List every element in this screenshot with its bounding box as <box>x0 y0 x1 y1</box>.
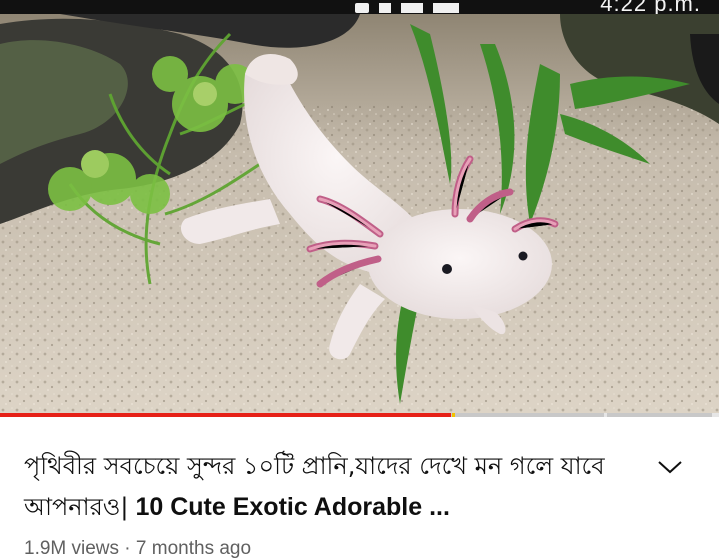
progress-chapter-gap <box>604 413 607 417</box>
video-player[interactable] <box>0 14 719 414</box>
notification-icon <box>355 3 369 13</box>
status-bar: 4:22 p.m. <box>0 0 719 14</box>
progress-played <box>0 413 451 417</box>
status-clock: 4:22 p.m. <box>600 0 701 14</box>
status-icons <box>355 0 459 13</box>
signal-icon <box>433 3 459 13</box>
chevron-down-icon <box>658 461 682 474</box>
video-title[interactable]: পৃথিবীর সবচেয়ে সুন্দর ১০টি প্রানি,যাদের… <box>24 446 624 528</box>
video-meta: 1.9M views · 7 months ago <box>24 538 251 560</box>
battery-icon <box>401 3 423 13</box>
video-thumbnail <box>0 14 719 414</box>
video-title-english: 10 Cute Exotic Adorable ... <box>128 493 450 521</box>
video-progress-bar[interactable] <box>0 413 719 417</box>
wifi-icon <box>379 3 391 13</box>
expand-description-button[interactable] <box>652 452 688 482</box>
progress-chapter-marker <box>452 413 455 417</box>
